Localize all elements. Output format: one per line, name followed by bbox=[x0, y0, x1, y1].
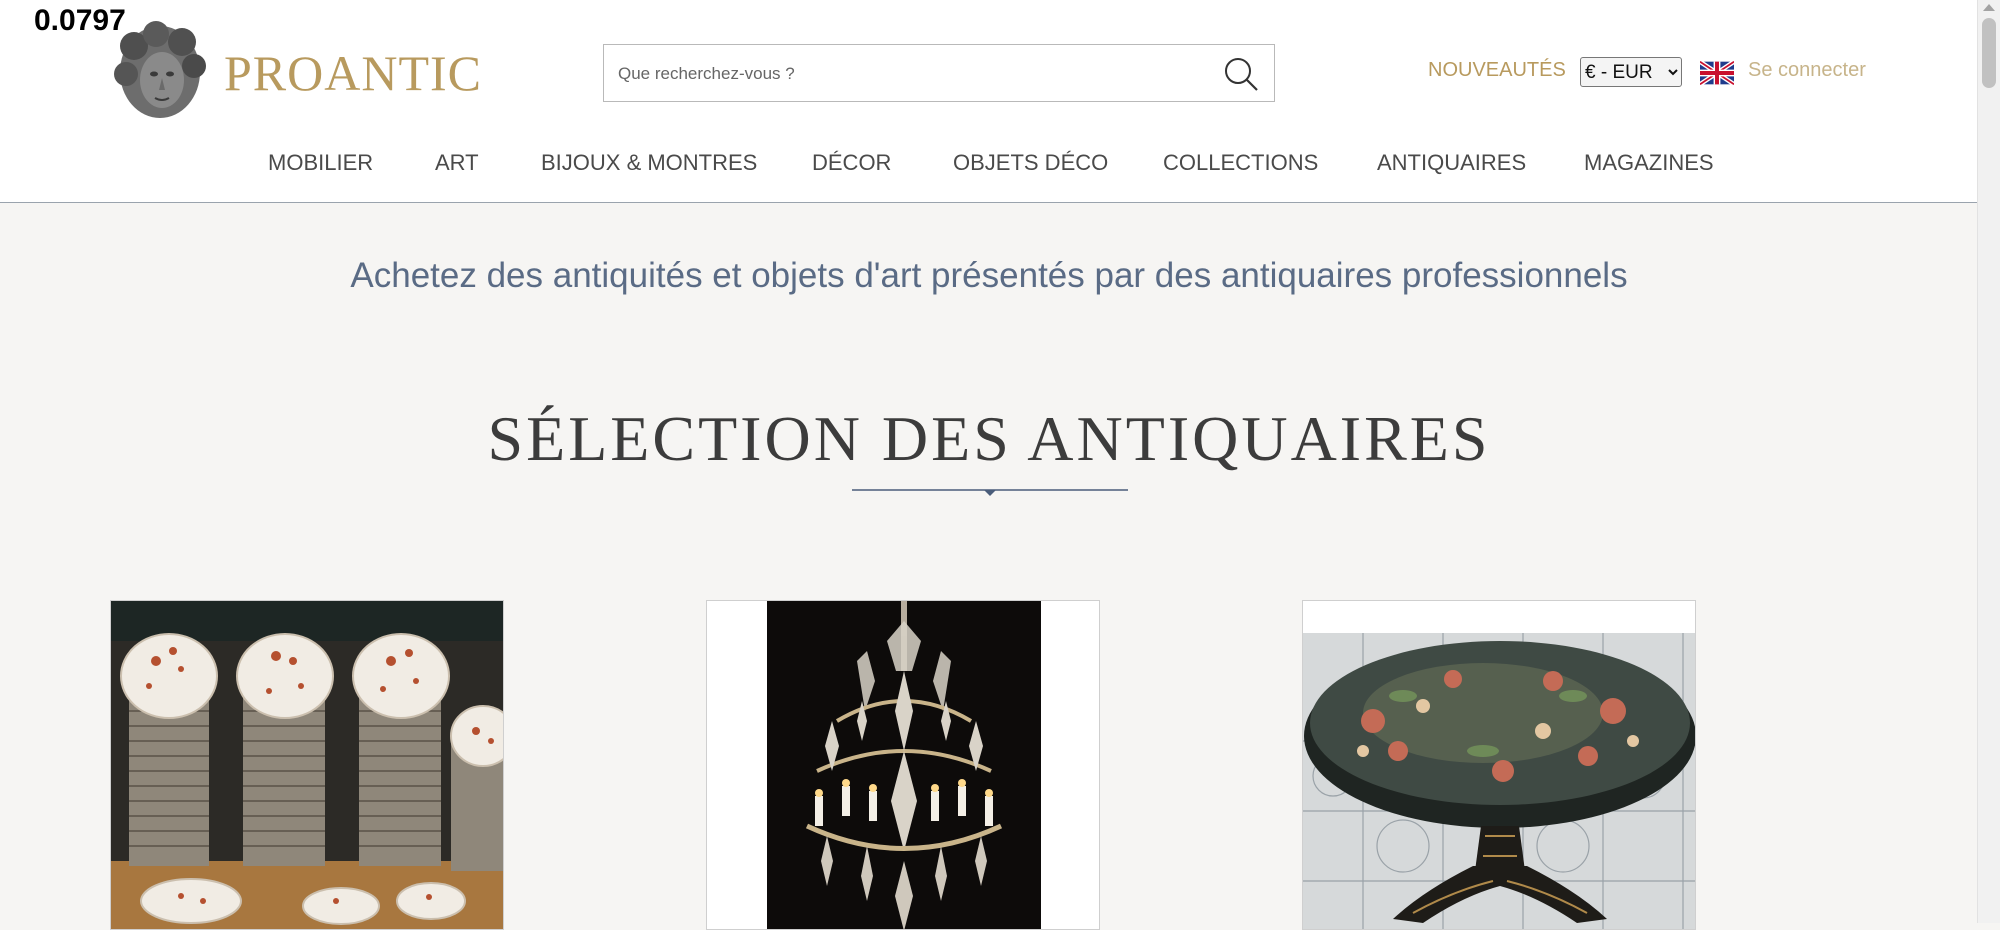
painted-table-image[interactable] bbox=[1303, 601, 1696, 930]
product-card-table[interactable] bbox=[1302, 600, 1696, 930]
nav-item-collections[interactable]: COLLECTIONS bbox=[1163, 150, 1318, 176]
search-icon[interactable] bbox=[1222, 55, 1260, 93]
new-arrivals-link[interactable]: NOUVEAUTÉS bbox=[1428, 59, 1566, 82]
product-card-chandelier[interactable] bbox=[706, 600, 1100, 930]
nav-item-decor[interactable]: DÉCOR bbox=[812, 150, 891, 176]
nav-item-objets-deco[interactable]: OBJETS DÉCO bbox=[953, 150, 1108, 176]
scroll-thumb[interactable] bbox=[1982, 18, 1996, 88]
section-title: SÉLECTION DES ANTIQUAIRES bbox=[487, 403, 1491, 474]
page-scrollbar[interactable] bbox=[1977, 0, 2000, 923]
porcelain-plates-image[interactable] bbox=[111, 601, 504, 930]
search-box bbox=[603, 44, 1275, 102]
product-card-porcelain[interactable] bbox=[110, 600, 504, 930]
nav-item-art[interactable]: ART bbox=[435, 150, 479, 176]
uk-flag-icon[interactable] bbox=[1700, 61, 1734, 85]
nav-item-magazines[interactable]: MAGAZINES bbox=[1584, 150, 1714, 176]
currency-select[interactable]: € - EUR bbox=[1580, 57, 1682, 87]
scroll-up-arrow-icon[interactable] bbox=[1983, 4, 1995, 11]
tagline: Achetez des antiquités et objets d'art p… bbox=[350, 256, 1628, 295]
title-divider bbox=[852, 489, 1128, 496]
nav-item-mobilier[interactable]: MOBILIER bbox=[268, 150, 373, 176]
login-link[interactable]: Se connecter bbox=[1748, 59, 1866, 82]
nav-item-bijoux-montres[interactable]: BIJOUX & MONTRES bbox=[541, 150, 757, 176]
main-nav: MOBILIER ART BIJOUX & MONTRES DÉCOR OBJE… bbox=[0, 150, 1978, 180]
search-input[interactable] bbox=[616, 59, 1200, 89]
chandelier-image[interactable] bbox=[707, 601, 1100, 930]
nav-item-antiquaires[interactable]: ANTIQUAIRES bbox=[1377, 150, 1526, 176]
site-header: PROANTIC NOUVEAUTÉS € - EUR Se connecter… bbox=[0, 0, 1978, 203]
overlay-value: 0.0797 bbox=[34, 4, 126, 37]
logo-text[interactable]: PROANTIC bbox=[224, 44, 482, 102]
